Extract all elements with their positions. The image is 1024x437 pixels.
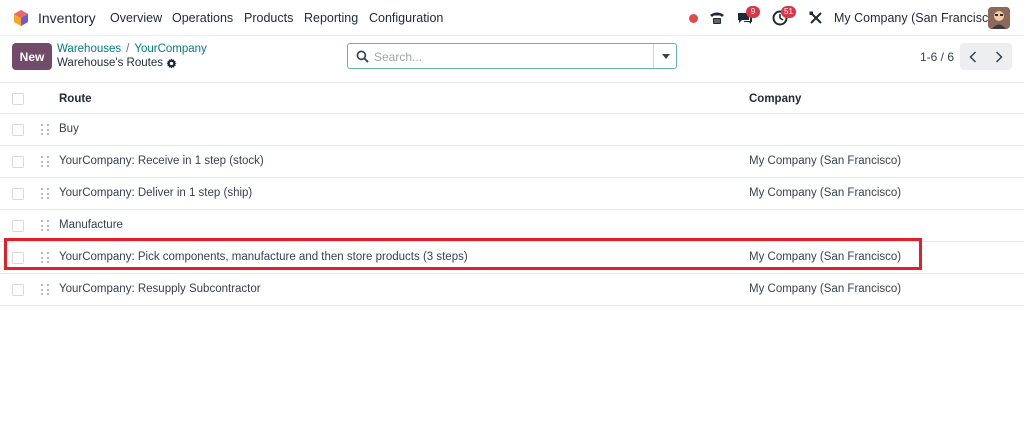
messages-icon[interactable]: 9 — [736, 6, 760, 27]
column-header-route[interactable]: Route — [59, 93, 92, 105]
table-row[interactable]: YourCompany: Receive in 1 step (stock) M… — [0, 146, 1024, 178]
menu-operations[interactable]: Operations — [172, 11, 233, 25]
menu-products[interactable]: Products — [244, 11, 293, 25]
row-checkbox[interactable] — [12, 252, 24, 264]
table-row[interactable]: YourCompany: Resupply Subcontractor My C… — [0, 274, 1024, 306]
activities-badge: 51 — [781, 6, 796, 18]
select-all-checkbox[interactable] — [12, 93, 24, 105]
drag-handle-icon[interactable] — [41, 124, 50, 136]
page-title: Warehouse's Routes — [57, 57, 163, 69]
caret-down-icon — [661, 53, 670, 59]
activities-clock-icon[interactable]: 51 — [771, 6, 796, 27]
search-box — [347, 43, 677, 69]
row-checkbox[interactable] — [12, 220, 24, 232]
column-header-company[interactable]: Company — [749, 93, 801, 105]
app-name[interactable]: Inventory — [38, 10, 96, 26]
route-cell[interactable]: YourCompany: Pick components, manufactur… — [59, 251, 468, 263]
drag-handle-icon[interactable] — [41, 252, 50, 264]
breadcrumb-warehouses[interactable]: Warehouses — [57, 43, 121, 55]
drag-handle-icon[interactable] — [41, 284, 50, 296]
row-checkbox[interactable] — [12, 156, 24, 168]
table-header: Route Company — [0, 82, 1024, 114]
menu-overview[interactable]: Overview — [110, 11, 162, 25]
table-row[interactable]: YourCompany: Pick components, manufactur… — [0, 242, 1024, 274]
chevron-right-icon — [995, 50, 1003, 63]
pager-previous-button[interactable] — [960, 43, 986, 70]
table-row[interactable]: YourCompany: Deliver in 1 step (ship) My… — [0, 178, 1024, 210]
phone-icon[interactable] — [708, 9, 726, 27]
search-options-toggle[interactable] — [653, 44, 677, 68]
status-dot-icon[interactable] — [689, 14, 698, 23]
page-title-wrap: Warehouse's Routes — [57, 57, 177, 69]
company-switcher[interactable]: My Company (San Francisco) — [834, 11, 999, 25]
top-navbar: Inventory Overview Operations Products R… — [0, 0, 1024, 36]
gear-icon[interactable] — [166, 57, 177, 69]
table-row[interactable]: Buy — [0, 114, 1024, 146]
route-cell[interactable]: YourCompany: Deliver in 1 step (ship) — [59, 187, 252, 199]
row-checkbox[interactable] — [12, 124, 24, 136]
menu-reporting[interactable]: Reporting — [304, 11, 358, 25]
row-checkbox[interactable] — [12, 284, 24, 296]
company-cell[interactable]: My Company (San Francisco) — [749, 187, 901, 199]
drag-handle-icon[interactable] — [41, 156, 50, 168]
table-row[interactable]: Manufacture — [0, 210, 1024, 242]
breadcrumb-yourcompany[interactable]: YourCompany — [134, 43, 206, 55]
tools-icon[interactable] — [807, 9, 825, 27]
breadcrumb: Warehouses / YourCompany — [57, 43, 207, 55]
route-cell[interactable]: YourCompany: Resupply Subcontractor — [59, 283, 261, 295]
menu-configuration[interactable]: Configuration — [369, 11, 443, 25]
drag-handle-icon[interactable] — [41, 188, 50, 200]
breadcrumb-separator: / — [126, 43, 130, 55]
company-cell[interactable]: My Company (San Francisco) — [749, 283, 901, 295]
new-button[interactable]: New — [12, 43, 52, 70]
search-icon — [356, 50, 369, 63]
drag-handle-icon[interactable] — [41, 220, 50, 232]
chevron-left-icon — [969, 50, 977, 63]
route-cell[interactable]: Buy — [59, 123, 79, 135]
route-cell[interactable]: YourCompany: Receive in 1 step (stock) — [59, 155, 264, 167]
pager-value[interactable]: 1-6 / 6 — [920, 50, 954, 64]
route-cell[interactable]: Manufacture — [59, 219, 123, 231]
search-input[interactable] — [374, 48, 644, 65]
pager-next-button[interactable] — [986, 43, 1012, 70]
company-cell[interactable]: My Company (San Francisco) — [749, 251, 901, 263]
company-cell[interactable]: My Company (San Francisco) — [749, 155, 901, 167]
messages-badge: 9 — [746, 6, 760, 18]
user-avatar[interactable] — [988, 7, 1010, 29]
row-checkbox[interactable] — [12, 188, 24, 200]
inventory-app-icon[interactable] — [13, 10, 29, 26]
